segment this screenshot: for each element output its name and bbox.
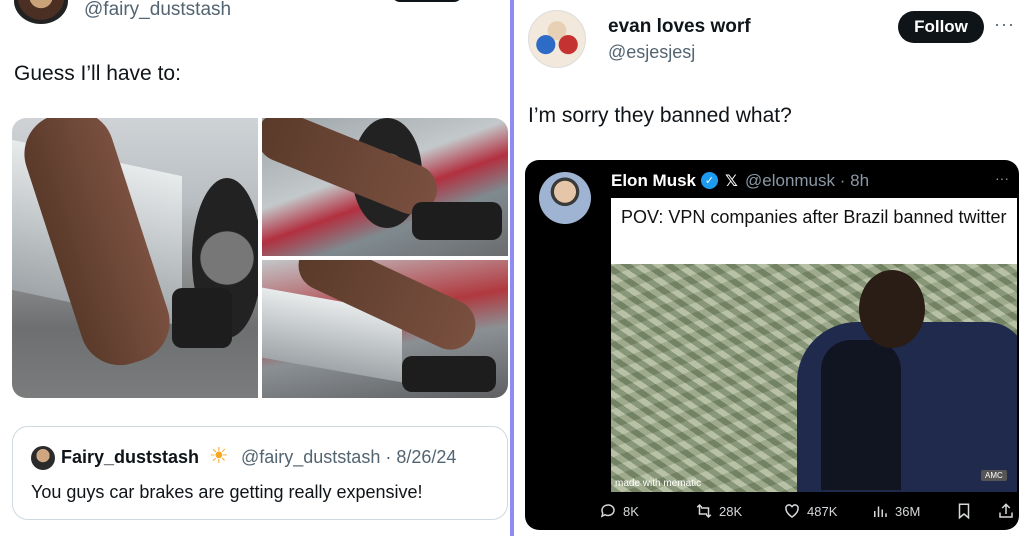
embedded-handle-time: @elonmusk · 8h [745,171,870,190]
post-photo-1[interactable] [12,118,258,398]
reply-count: 8K [623,503,639,519]
author-handle[interactable]: @esjesjesj [608,42,695,63]
post-text: Guess I’ll have to: [14,62,181,85]
heart-icon [785,504,799,518]
right-post: evan loves worf @esjesjesj Follow ··· I’… [514,0,1024,536]
post-text: I’m sorry they banned what? [528,104,792,127]
left-post: @fairy_duststash Guess I’ll have to: Fai… [0,0,510,536]
repost-icon [696,503,712,519]
man-head [859,270,925,348]
quoted-post[interactable]: Fairy_duststash ☀ @fairy_duststash · 8/2… [12,426,508,520]
follow-button[interactable]: Follow [898,11,984,43]
like-count: 487K [807,503,838,519]
follow-button-edge[interactable] [392,0,462,2]
share-stat [997,502,1015,520]
embedded-author-name: Elon Musk [611,171,697,190]
embedded-action-bar: 8K 28K 487K 36M [525,502,1019,524]
views-icon [874,506,887,517]
bookmark-stat [955,502,973,520]
quoted-text: You guys car brakes are getting really e… [31,482,423,502]
sandal [172,288,232,348]
like-stat: 487K [783,502,837,520]
repost-stat: 28K [695,502,742,520]
repost-count: 28K [719,503,743,519]
sandal [402,356,496,392]
embedded-post-image[interactable]: Elon Musk ✓ 𝕏 @elonmusk · 8h ··· POV: VP… [525,160,1019,530]
share-icon [999,503,1013,518]
post-photo-2[interactable] [262,118,508,256]
author-avatar[interactable] [14,0,68,24]
views-count: 36M [895,503,921,519]
x-logo-icon: 𝕏 [725,173,738,190]
quoted-author-avatar [31,446,55,470]
author-handle[interactable]: @fairy_duststash [84,0,231,20]
quoted-handle-date: @fairy_duststash · 8/26/24 [241,447,457,467]
post-photo-3[interactable] [262,260,508,398]
embedded-author-avatar [539,172,591,224]
reply-stat: 8K [599,502,639,520]
author-avatar[interactable] [528,10,586,68]
man-shirt [821,340,901,490]
man-lying-on-money [797,270,1017,492]
embedded-more-icon: ··· [995,170,1009,186]
amc-logo: AMC [981,470,1007,481]
author-name[interactable]: evan loves worf [608,16,751,38]
sandal [412,202,502,240]
views-stat: 36M [871,502,920,520]
meme-caption: POV: VPN companies after Brazil banned t… [611,198,1017,264]
quoted-author-name: Fairy_duststash [61,447,200,467]
sun-icon: ☀ [209,443,229,468]
mematic-watermark: made with mematic [615,478,702,489]
meme-image: made with mematic AMC [611,264,1017,492]
reply-icon [600,504,615,518]
more-options-icon[interactable]: ··· [994,14,1015,35]
bookmark-icon [958,503,970,520]
verified-badge-icon: ✓ [701,172,718,189]
